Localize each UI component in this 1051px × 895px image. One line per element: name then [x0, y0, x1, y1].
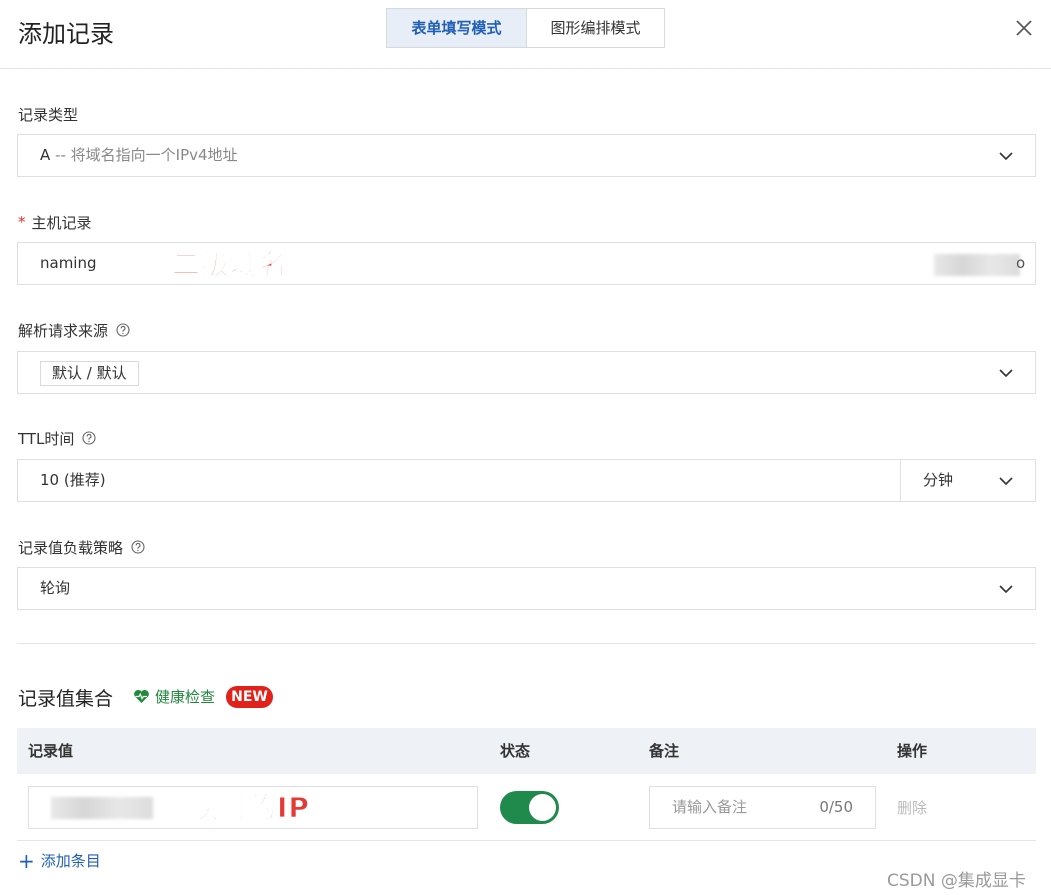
chevron-down-icon [999, 369, 1013, 378]
mode-tabs: 表单填写模式 图形编排模式 [386, 8, 665, 48]
column-header-status: 状态 [500, 742, 531, 760]
host-record-label: * 主机记录 [18, 213, 92, 232]
load-strategy-value: 轮询 [40, 579, 71, 597]
note-char-count: 0/50 [819, 798, 853, 816]
delete-button[interactable]: 删除 [897, 797, 927, 819]
note-input[interactable]: 请输入备注 0/50 [649, 786, 876, 829]
dialog-title: 添加记录 [18, 20, 114, 48]
redacted-domain-suffix [934, 254, 1020, 276]
heart-pulse-icon [134, 689, 149, 703]
redacted-ip [51, 797, 153, 819]
status-toggle[interactable] [500, 791, 559, 824]
dialog-header: 添加记录 表单填写模式 图形编排模式 [0, 0, 1051, 69]
column-header-value: 记录值 [28, 742, 74, 760]
watermark: CSDN @集成显卡 [887, 871, 1026, 891]
plus-icon: + [18, 848, 35, 873]
annotation-mapped-ip: 映射的IP [190, 791, 310, 825]
toggle-knob [529, 794, 556, 821]
add-entry-label: 添加条目 [40, 852, 101, 870]
ttl-input[interactable]: 10 (推荐) [17, 459, 901, 502]
ttl-unit-select[interactable]: 分钟 [900, 459, 1036, 502]
record-type-value: A -- 将域名指向一个IPv4地址 [40, 135, 238, 176]
help-icon[interactable] [131, 540, 145, 554]
add-entry-button[interactable]: + 添加条目 [18, 850, 101, 871]
row-divider [17, 840, 1036, 841]
ttl-value: 10 (推荐) [40, 471, 106, 489]
resolve-source-select[interactable]: 默认 / 默认 [17, 351, 1036, 394]
help-icon[interactable] [116, 323, 130, 337]
record-type-select[interactable]: A -- 将域名指向一个IPv4地址 [17, 134, 1036, 177]
ttl-unit-value: 分钟 [923, 471, 954, 489]
domain-suffix-tail: o [1016, 254, 1026, 272]
resolve-source-label: 解析请求来源 [18, 319, 130, 341]
help-icon[interactable] [82, 431, 96, 445]
table-header: 记录值 状态 备注 操作 [17, 728, 1036, 774]
ttl-label: TTL时间 [18, 427, 96, 449]
record-type-code: A [40, 146, 51, 164]
load-strategy-select[interactable]: 轮询 [17, 567, 1036, 610]
tab-graphic-mode[interactable]: 图形编排模式 [526, 9, 664, 47]
record-set-title: 记录值集合 [18, 688, 114, 710]
chevron-down-icon [999, 152, 1013, 161]
chevron-down-icon [999, 477, 1013, 486]
note-placeholder: 请输入备注 [672, 798, 748, 816]
close-icon[interactable] [1013, 17, 1035, 39]
section-divider [17, 643, 1036, 644]
resolve-source-tag: 默认 / 默认 [40, 361, 139, 386]
health-check-label: 健康检查 [155, 688, 216, 706]
health-check-link[interactable]: 健康检查 [133, 686, 215, 707]
tab-form-mode[interactable]: 表单填写模式 [387, 9, 526, 47]
chevron-down-icon [999, 585, 1013, 594]
record-type-desc: -- 将域名指向一个IPv4地址 [55, 146, 238, 164]
annotation-subdomain: 二级域名 [171, 248, 289, 282]
host-record-value: naming [40, 254, 97, 272]
column-header-action: 操作 [897, 742, 928, 760]
record-type-label: 记录类型 [18, 105, 79, 124]
column-header-note: 备注 [649, 742, 680, 760]
host-record-input[interactable]: naming o [17, 242, 1036, 285]
new-badge: NEW [226, 686, 273, 708]
required-mark: * [18, 213, 26, 231]
load-strategy-label: 记录值负载策略 [18, 536, 145, 558]
